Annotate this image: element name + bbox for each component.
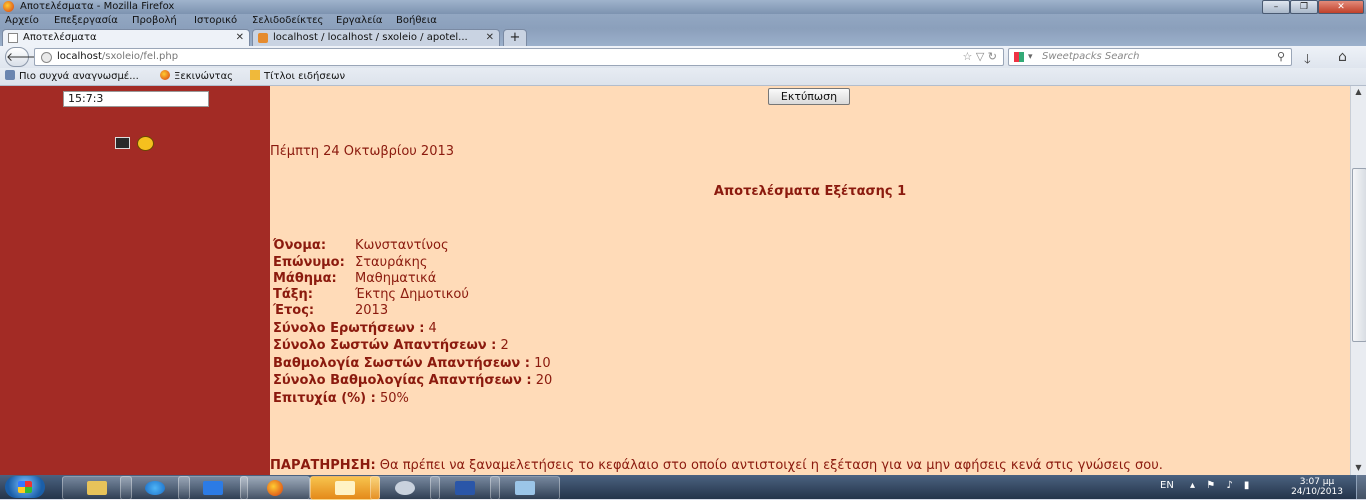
folder-icon (87, 481, 107, 495)
minimize-button[interactable]: – (1262, 0, 1290, 14)
status-icons (115, 136, 157, 151)
chevron-down-icon[interactable]: ▾ (1028, 49, 1033, 65)
clock-time: 3:07 μμ (1299, 477, 1335, 487)
field-row: Τάξη: Έκτης Δημοτικού (273, 287, 469, 302)
maximize-button[interactable]: ❐ (1290, 0, 1318, 14)
tab-label: Αποτελέσματα (23, 32, 97, 43)
firefox-icon (160, 70, 170, 80)
bookmark-news-headlines[interactable]: Τίτλοι ειδήσεων (250, 68, 345, 85)
tab-phpmyadmin[interactable]: localhost / localhost / sxoleio / apotel… (252, 29, 500, 46)
stat-row: Σύνολο Βαθμολογίας Απαντήσεων : 20 (273, 373, 553, 388)
taskbar-media-player[interactable] (178, 476, 248, 500)
menu-file[interactable]: Αρχείο (5, 14, 39, 28)
settings-icon (395, 481, 415, 495)
menu-bookmarks[interactable]: Σελιδοδείκτες (252, 14, 323, 28)
menu-tools[interactable]: Εργαλεία (336, 14, 382, 28)
tray-icons[interactable]: ▴ ⚑ ♪ ▮ (1190, 475, 1253, 497)
clock-field: 15:7:3 (63, 91, 209, 107)
taskbar: EN ▴ ⚑ ♪ ▮ 3:07 μμ 24/10/2013 (0, 475, 1366, 500)
date-text: Πέμπτη 24 Οκτωβρίου 2013 (270, 144, 455, 159)
system-clock[interactable]: 3:07 μμ 24/10/2013 (1286, 477, 1348, 497)
clock-date: 24/10/2013 (1291, 487, 1343, 497)
firefox-icon (267, 480, 283, 496)
url-controls[interactable]: ☆ ▽ ↻ (962, 49, 997, 65)
media-player-icon (203, 481, 223, 495)
phpmyadmin-icon (258, 33, 268, 43)
page-icon (8, 33, 18, 43)
windows-logo-icon (18, 481, 32, 493)
field-row: Μάθημα: Μαθηματικά (273, 271, 437, 286)
stat-row: Βαθμολογία Σωστών Απαντήσεων : 10 (273, 356, 551, 371)
window-title: Αποτελέσματα - Mozilla Firefox (20, 1, 175, 12)
field-row: Έτος: 2013 (273, 303, 389, 318)
bookmark-most-visited[interactable]: Πιο συχνά αναγνωσμέ... (5, 68, 139, 85)
field-row: Επώνυμο: Σταυράκης (273, 255, 428, 270)
stat-row: Επιτυχία (%) : 50% (273, 391, 409, 406)
language-indicator[interactable]: EN (1160, 475, 1174, 497)
tab-close-icon[interactable]: ✕ (236, 30, 244, 46)
window-title-bar: Αποτελέσματα - Mozilla Firefox – ❐ ✕ (0, 0, 1366, 14)
url-bar[interactable]: localhost/sxoleio/fel.php ☆ ▽ ↻ (34, 48, 1004, 66)
bookmark-folder-icon (5, 70, 15, 80)
close-button[interactable]: ✕ (1318, 0, 1364, 14)
sidebar: 15:7:3 (0, 86, 270, 475)
home-icon[interactable]: ⌂ (1338, 49, 1347, 65)
menu-help[interactable]: Βοήθεια (396, 14, 437, 28)
url-text: localhost/sxoleio/fel.php (57, 51, 179, 62)
show-desktop-button[interactable] (1356, 475, 1366, 499)
page-heading: Αποτελέσματα Εξέτασης 1 (713, 184, 907, 199)
search-bar[interactable]: ▾ Sweetpacks Search ⚲ (1008, 48, 1292, 66)
search-placeholder: Sweetpacks Search (1042, 51, 1140, 62)
taskbar-firefox[interactable] (240, 476, 310, 500)
scroll-thumb[interactable] (1352, 168, 1366, 342)
smiley-icon (137, 136, 154, 151)
print-button[interactable]: Εκτύπωση (768, 88, 850, 105)
taskbar-notes[interactable] (490, 476, 560, 500)
main-content: Εκτύπωση Πέμπτη 24 Οκτωβρίου 2013 Αποτελ… (270, 86, 1350, 475)
new-tab-button[interactable]: + (503, 29, 527, 47)
start-button[interactable] (5, 476, 45, 498)
internet-explorer-icon (145, 481, 165, 495)
tab-close-icon[interactable]: ✕ (486, 30, 494, 46)
field-row: Όνομα: Κωνσταντίνος (273, 238, 449, 253)
scroll-up-icon[interactable]: ▲ (1351, 86, 1366, 98)
notes-icon (515, 481, 535, 495)
firefox-icon (3, 1, 14, 12)
tab-strip: Αποτελέσματα ✕ localhost / localhost / s… (0, 28, 1366, 47)
globe-icon (41, 52, 52, 63)
search-engine-icon (1014, 52, 1024, 62)
rss-icon (250, 70, 260, 80)
navigation-bar: 🡐 localhost/sxoleio/fel.php ☆ ▽ ↻ ▾ Swee… (0, 46, 1366, 69)
note-text: ΠΑΡΑΤΗΡΗΣΗ: Θα πρέπει να ξαναμελετήσεις … (270, 458, 1163, 473)
word-icon (455, 481, 475, 495)
folder-icon (335, 481, 355, 495)
menu-edit[interactable]: Επεξεργασία (54, 14, 118, 28)
scroll-down-icon[interactable]: ▼ (1351, 462, 1366, 474)
bookmarks-bar: Πιο συχνά αναγνωσμέ... Ξεκινώντας Τίτλοι… (0, 68, 1366, 86)
tab-label: localhost / localhost / sxoleio / apotel… (273, 32, 468, 43)
bookmark-getting-started[interactable]: Ξεκινώντας (160, 68, 233, 85)
stat-row: Σύνολο Ερωτήσεων : 4 (273, 321, 437, 336)
back-button[interactable]: 🡐 (5, 47, 38, 67)
menu-bar: Αρχείο Επεξεργασία Προβολή Ιστορικό Σελι… (0, 14, 1366, 28)
search-icon[interactable]: ⚲ (1277, 49, 1285, 65)
computer-icon (115, 137, 130, 149)
menu-view[interactable]: Προβολή (132, 14, 177, 28)
tab-results[interactable]: Αποτελέσματα ✕ (2, 29, 250, 46)
menu-history[interactable]: Ιστορικό (194, 14, 237, 28)
stat-row: Σύνολο Σωστών Απαντήσεων : 2 (273, 338, 509, 353)
vertical-scrollbar[interactable]: ▲ ▼ (1350, 86, 1366, 475)
